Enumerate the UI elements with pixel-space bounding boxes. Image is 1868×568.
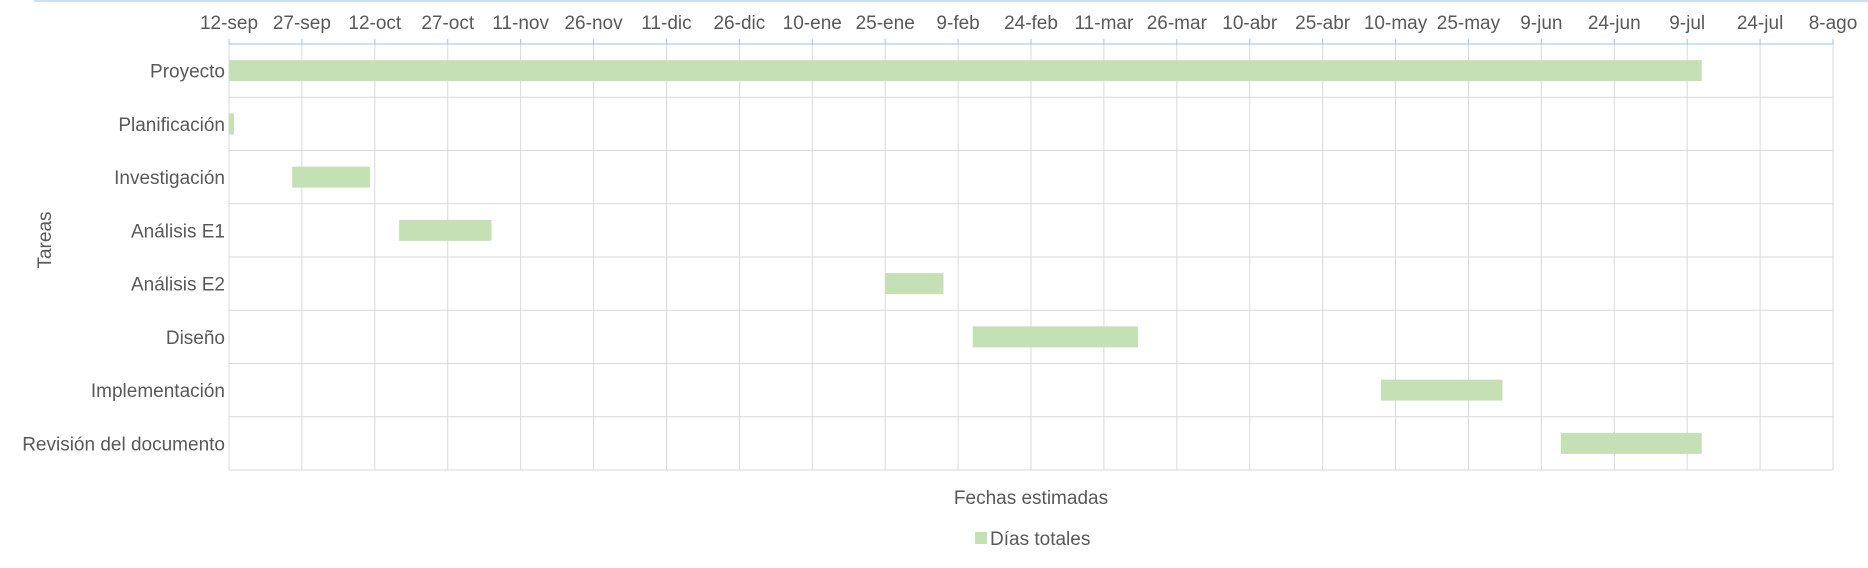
legend: Días totales bbox=[975, 529, 1090, 550]
task-bar bbox=[1560, 432, 1702, 454]
task-label: Diseño bbox=[166, 328, 225, 349]
x-tick-label: 26-nov bbox=[564, 13, 623, 34]
task-bar bbox=[292, 166, 370, 188]
x-tick-label: 10-ene bbox=[783, 13, 842, 34]
task-bar bbox=[229, 113, 234, 135]
legend-label: Días totales bbox=[990, 529, 1090, 550]
x-tick-label: 26-mar bbox=[1147, 13, 1208, 34]
x-tick-label: 9-jul bbox=[1669, 13, 1705, 34]
x-tick-label: 10-may bbox=[1364, 13, 1428, 34]
x-axis-title: Fechas estimadas bbox=[954, 488, 1108, 509]
x-tick-label: 25-abr bbox=[1295, 13, 1351, 34]
x-tick-label: 11-mar bbox=[1075, 13, 1134, 34]
task-label: Implementación bbox=[91, 381, 225, 402]
x-tick-label: 24-jun bbox=[1588, 13, 1641, 34]
x-tick-label: 24-feb bbox=[1004, 13, 1058, 34]
task-label: Investigación bbox=[114, 168, 225, 189]
task-bar bbox=[885, 273, 944, 295]
x-tick-label: 9-jun bbox=[1520, 13, 1562, 34]
task-label: Análisis E2 bbox=[131, 275, 225, 296]
task-bar bbox=[1380, 379, 1503, 401]
x-tick-label: 25-may bbox=[1437, 13, 1501, 34]
y-axis-title: Tareas bbox=[35, 211, 56, 268]
legend-swatch bbox=[975, 532, 987, 544]
x-tick-label: 27-sep bbox=[273, 13, 331, 34]
x-tick-label: 10-abr bbox=[1222, 13, 1278, 34]
task-bar bbox=[229, 60, 1702, 82]
x-tick-label: 25-ene bbox=[856, 13, 915, 34]
x-tick-label: 12-oct bbox=[348, 13, 402, 34]
task-label: Análisis E1 bbox=[131, 221, 225, 242]
task-bar bbox=[972, 326, 1138, 348]
x-tick-label: 24-jul bbox=[1737, 13, 1783, 34]
task-label: Planificación bbox=[118, 115, 225, 136]
grid-lines bbox=[228, 39, 1834, 471]
task-label: Proyecto bbox=[150, 62, 225, 83]
task-bar bbox=[399, 219, 492, 241]
gantt-chart: 12-sep 27-sep 12-oct 27-oct 11-nov 26-nov 11-d… bbox=[22, 0, 1868, 550]
x-tick-labels: 12-sep 27-sep 12-oct 27-oct 11-nov 26-nov 11-d… bbox=[200, 13, 1857, 34]
x-tick-label: 26-dic bbox=[713, 13, 765, 34]
x-tick-label: 11-dic bbox=[641, 13, 691, 34]
x-tick-label: 8-ago bbox=[1809, 13, 1858, 34]
x-tick-label: 11-nov bbox=[492, 13, 549, 34]
x-tick-label: 9-feb bbox=[936, 13, 979, 34]
x-tick-label: 12-sep bbox=[200, 13, 258, 34]
task-label: Revisión del documento bbox=[22, 434, 225, 455]
x-tick-label: 27-oct bbox=[421, 13, 475, 34]
